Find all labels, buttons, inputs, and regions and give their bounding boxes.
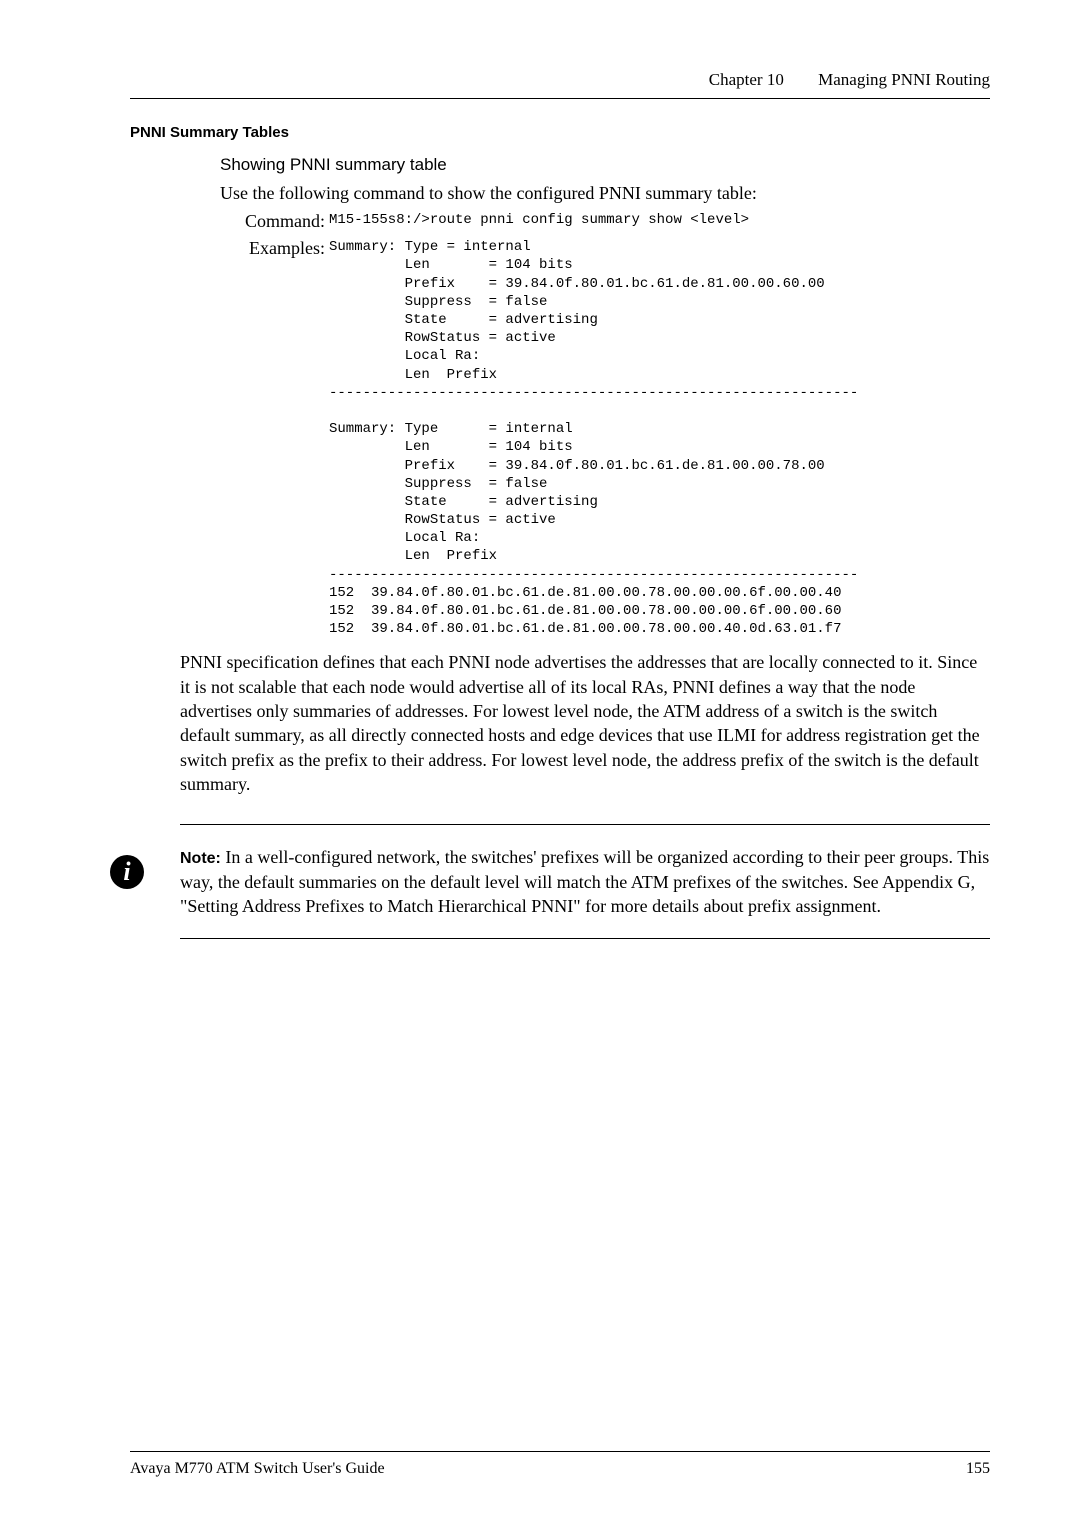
footer-page-number: 155 (966, 1460, 990, 1478)
chapter-title: Managing PNNI Routing (818, 70, 990, 89)
footer-rule (130, 1451, 990, 1452)
command-row: Command: M15-155s8:/>route pnni config s… (220, 211, 990, 232)
chapter-number: Chapter 10 (709, 70, 784, 89)
note-body: Note: In a well-configured network, the … (180, 845, 990, 918)
header-rule (130, 98, 990, 99)
page-footer: Avaya M770 ATM Switch User's Guide 155 (130, 1451, 990, 1478)
command-label: Command: (220, 211, 325, 232)
examples-output: Summary: Type = internal Len = 104 bits … (329, 238, 858, 638)
examples-row: Examples: Summary: Type = internal Len =… (220, 238, 990, 638)
footer-guide: Avaya M770 ATM Switch User's Guide (130, 1460, 385, 1477)
note-label: Note: (180, 850, 221, 867)
page-header: Chapter 10 Managing PNNI Routing (130, 70, 990, 90)
info-icon: i (110, 855, 144, 889)
note-block: i Note: In a well-configured network, th… (180, 824, 990, 939)
examples-label: Examples: (220, 238, 325, 259)
intro-text: Use the following command to show the co… (220, 181, 990, 205)
section-title: PNNI Summary Tables (130, 124, 990, 141)
note-text: In a well-configured network, the switch… (180, 847, 989, 916)
subheading: Showing PNNI summary table (220, 155, 990, 175)
command-text: M15-155s8:/>route pnni config summary sh… (329, 211, 749, 229)
spec-paragraph: PNNI specification defines that each PNN… (180, 650, 980, 796)
